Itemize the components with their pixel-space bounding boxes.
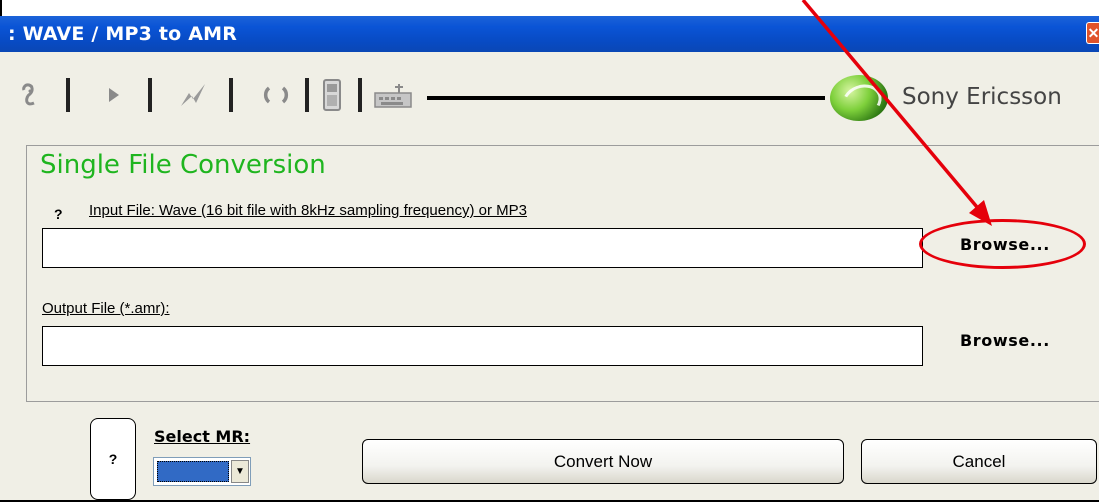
input-help-icon[interactable]: ? bbox=[54, 206, 63, 222]
chevron-down-icon[interactable]: ▼ bbox=[231, 460, 249, 483]
help-button[interactable]: ? bbox=[90, 418, 136, 500]
select-mr-label: Select MR: bbox=[154, 427, 251, 446]
input-file-field[interactable] bbox=[42, 228, 923, 268]
output-browse-button[interactable]: Browse... bbox=[960, 331, 1050, 350]
ear-icon[interactable] bbox=[20, 80, 40, 110]
output-file-label: Output File (*.amr): bbox=[42, 300, 170, 317]
cancel-button[interactable]: Cancel bbox=[861, 439, 1097, 484]
output-file-field[interactable] bbox=[42, 326, 923, 366]
toolbar-separator bbox=[229, 78, 233, 112]
close-button[interactable]: ✕ bbox=[1086, 22, 1099, 44]
annotation-ellipse bbox=[919, 219, 1086, 269]
toolbar-separator bbox=[148, 78, 152, 112]
window-title: : WAVE / MP3 to AMR bbox=[8, 23, 238, 45]
signal-icon[interactable] bbox=[178, 80, 208, 110]
phone-icon[interactable] bbox=[320, 79, 344, 111]
play-icon[interactable] bbox=[104, 80, 124, 110]
toolbar-separator bbox=[66, 78, 70, 112]
brand-name: Sony Ericsson bbox=[902, 84, 1062, 110]
toolbar-separator bbox=[305, 78, 309, 112]
refresh-icon[interactable] bbox=[263, 80, 289, 110]
mr-select[interactable]: ▼ bbox=[153, 457, 251, 486]
panel-title: Single File Conversion bbox=[40, 150, 326, 180]
mr-select-value bbox=[157, 461, 229, 482]
toolbar-separator bbox=[358, 78, 362, 112]
toolbar-line bbox=[427, 96, 825, 100]
input-file-label: Input File: Wave (16 bit file with 8kHz … bbox=[89, 202, 527, 219]
keyboard-icon[interactable] bbox=[373, 80, 413, 110]
title-bar[interactable]: : WAVE / MP3 to AMR bbox=[0, 16, 1099, 52]
sony-ericsson-logo-icon bbox=[830, 75, 888, 121]
convert-now-button[interactable]: Convert Now bbox=[362, 439, 844, 484]
